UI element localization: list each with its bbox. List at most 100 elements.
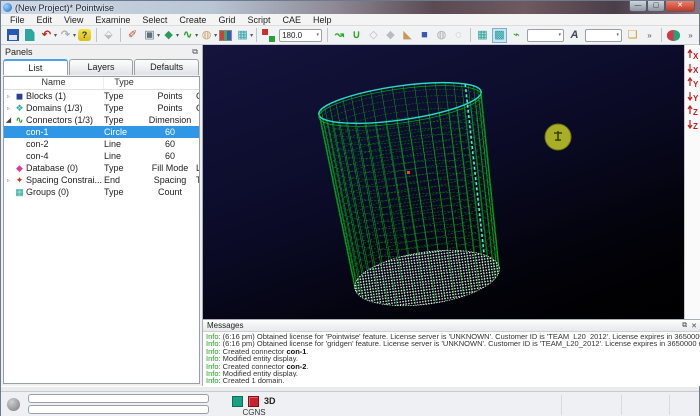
messages-header[interactable]: Messages ⧉ ✕ bbox=[203, 320, 700, 332]
sphere-dropdown-icon[interactable]: ▾ bbox=[214, 32, 217, 39]
svg-text:X: X bbox=[693, 66, 699, 74]
log-line: Info: (6:16 pm) Obtained license for 'Po… bbox=[206, 333, 700, 340]
undo-icon[interactable]: ↶ bbox=[39, 28, 54, 43]
diamond-b-icon[interactable]: ◆ bbox=[383, 28, 398, 43]
layers-icon[interactable]: ❏ bbox=[625, 28, 640, 43]
diamond-a-icon[interactable]: ◇ bbox=[366, 28, 381, 43]
overflow2-icon[interactable]: » bbox=[683, 28, 698, 43]
title-bar[interactable]: (New Project)* Pointwise — ▢ ✕ bbox=[1, 1, 699, 14]
save-icon[interactable] bbox=[5, 28, 20, 43]
view-minus-z-button[interactable]: Z bbox=[686, 117, 700, 130]
paint-icon[interactable]: ✐ bbox=[125, 28, 140, 43]
menu-create[interactable]: Create bbox=[173, 14, 212, 26]
log-line: Info: Created connector con-1. bbox=[206, 348, 700, 355]
tree-row-con-4[interactable]: con-4 Line 60 bbox=[4, 150, 199, 162]
annotation-icon[interactable]: A bbox=[567, 28, 582, 43]
cgns-format-icon[interactable] bbox=[232, 396, 243, 407]
grid-level-combo[interactable]: ▾ bbox=[527, 29, 564, 42]
expand-icon[interactable]: ▹ bbox=[4, 177, 13, 184]
status-bar: 3D CGNS bbox=[1, 391, 699, 416]
cae-solver-icon[interactable] bbox=[248, 396, 259, 407]
menu-cae[interactable]: CAE bbox=[276, 14, 307, 26]
tree-row-con-2[interactable]: con-2 Line 60 bbox=[4, 138, 199, 150]
menu-script[interactable]: Script bbox=[241, 14, 276, 26]
tree-row-spacing-constraints[interactable]: ▹ ✦ Spacing Constrai... End Spacing Type bbox=[4, 174, 199, 186]
view-plus-z-button[interactable]: Z bbox=[686, 103, 700, 116]
curve-a-icon[interactable]: ↝ bbox=[332, 28, 347, 43]
attribute-combo[interactable]: ▾ bbox=[585, 29, 622, 42]
open-icon[interactable] bbox=[22, 28, 37, 43]
green-diamond-icon[interactable]: ◆ bbox=[161, 28, 176, 43]
sphere-b-icon[interactable]: ◌ bbox=[451, 28, 466, 43]
tree-header[interactable]: Name Type bbox=[4, 77, 199, 90]
tab-layers[interactable]: Layers bbox=[69, 59, 134, 75]
panels-title: Panels bbox=[5, 47, 33, 57]
redo-dropdown-icon[interactable]: ▾ bbox=[73, 32, 76, 39]
tree-row-blocks[interactable]: ▹ ◼ Blocks (1) Type Points Cells bbox=[4, 90, 199, 102]
view-plus-y-button[interactable]: Y bbox=[686, 75, 700, 88]
cylinder-mesh-canvas bbox=[203, 45, 684, 319]
dimension-mode-label: 3D bbox=[264, 396, 276, 406]
tree-header-name[interactable]: Name bbox=[4, 77, 104, 89]
menu-file[interactable]: File bbox=[4, 14, 31, 26]
curve-dropdown-icon[interactable]: ▾ bbox=[195, 32, 198, 39]
display-viewport[interactable] bbox=[203, 45, 684, 319]
log-line: Info: Created connector con-2. bbox=[206, 363, 700, 370]
grid-shaded-icon[interactable]: ▩ bbox=[492, 28, 507, 43]
view-plus-x-button[interactable]: X bbox=[686, 47, 700, 60]
cone-icon[interactable]: ◣ bbox=[400, 28, 415, 43]
tree-row-database[interactable]: ◆ Database (0) Type Fill Mode Line ... bbox=[4, 162, 199, 174]
menu-edit[interactable]: Edit bbox=[31, 14, 59, 26]
collapse-icon[interactable]: ◢ bbox=[4, 116, 13, 124]
picture-icon[interactable] bbox=[218, 28, 233, 43]
menu-select[interactable]: Select bbox=[136, 14, 173, 26]
view-minus-x-button[interactable]: X bbox=[686, 61, 700, 74]
connector-icon[interactable]: ⌁ bbox=[509, 28, 524, 43]
sphere-tool-icon[interactable]: ◍ bbox=[199, 28, 214, 43]
menu-view[interactable]: View bbox=[58, 14, 89, 26]
menu-help[interactable]: Help bbox=[307, 14, 338, 26]
sphere-a-icon[interactable]: ◍ bbox=[434, 28, 449, 43]
close-button[interactable]: ✕ bbox=[665, 1, 695, 12]
blue-cube-icon[interactable]: ■ bbox=[417, 28, 432, 43]
messages-float-icon[interactable]: ⧉ bbox=[682, 322, 687, 330]
expand-icon[interactable]: ▹ bbox=[4, 93, 13, 100]
status-field-1[interactable] bbox=[28, 394, 209, 403]
mask-dropdown-icon[interactable]: ▾ bbox=[250, 32, 253, 39]
cube-dropdown-icon[interactable]: ▾ bbox=[157, 32, 160, 39]
expand-icon[interactable]: ▹ bbox=[4, 105, 13, 112]
maximize-button[interactable]: ▢ bbox=[647, 1, 665, 12]
axes-swap-icon[interactable] bbox=[261, 28, 276, 43]
log-line: Info: (6:16 pm) Obtained license for 'gr… bbox=[206, 340, 700, 347]
tree-row-con-1[interactable]: con-1 Circle 60 bbox=[4, 126, 199, 138]
svg-text:Z: Z bbox=[693, 108, 698, 116]
overflow-icon[interactable]: » bbox=[642, 28, 657, 43]
panel-float-icon[interactable]: ⧉ bbox=[192, 47, 198, 57]
view-minus-y-button[interactable]: Y bbox=[686, 89, 700, 102]
help-icon[interactable]: ? bbox=[77, 28, 92, 43]
tree-header-type[interactable]: Type bbox=[104, 77, 144, 89]
tree-row-connectors[interactable]: ◢ ∿ Connectors (1/3) Type Dimension bbox=[4, 114, 199, 126]
curve-tool-icon[interactable]: ∿ bbox=[180, 28, 195, 43]
tab-defaults[interactable]: Defaults bbox=[134, 59, 199, 75]
undo-dropdown-icon[interactable]: ▾ bbox=[54, 32, 57, 39]
solid-cube-icon[interactable]: ⬙ bbox=[101, 28, 116, 43]
render-mask-icon[interactable] bbox=[666, 28, 681, 43]
menu-grid[interactable]: Grid bbox=[212, 14, 241, 26]
pointwise-window: (New Project)* Pointwise — ▢ ✕ File Edit… bbox=[0, 0, 700, 416]
tab-list[interactable]: List bbox=[3, 59, 68, 75]
tree-row-groups[interactable]: ▦ Groups (0) Type Count bbox=[4, 186, 199, 198]
diamond-dropdown-icon[interactable]: ▾ bbox=[176, 32, 179, 39]
status-field-2[interactable] bbox=[28, 405, 209, 414]
mask-tool-icon[interactable]: ▦ bbox=[235, 28, 250, 43]
app-icon bbox=[3, 3, 12, 12]
menu-examine[interactable]: Examine bbox=[89, 14, 136, 26]
minimize-button[interactable]: — bbox=[629, 1, 647, 12]
grid-view-icon[interactable]: ▦ bbox=[475, 28, 490, 43]
rotation-angle-combo[interactable]: 180.0▾ bbox=[279, 29, 322, 42]
messages-close-icon[interactable]: ✕ bbox=[691, 322, 697, 330]
redo-icon[interactable]: ↷ bbox=[58, 28, 73, 43]
cube-outline-icon[interactable]: ▣ bbox=[142, 28, 157, 43]
curve-b-icon[interactable]: ∪ bbox=[349, 28, 364, 43]
tree-row-domains[interactable]: ▹ ❖ Domains (1/3) Type Points Cells bbox=[4, 102, 199, 114]
